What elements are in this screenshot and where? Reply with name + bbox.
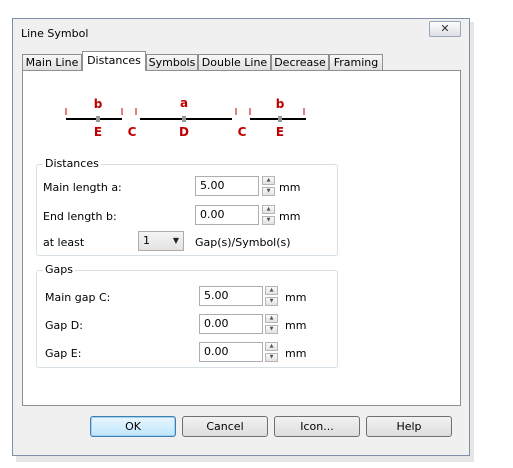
ok-button[interactable]: OK xyxy=(90,416,176,437)
gap-e-label: Gap E: xyxy=(45,347,82,360)
chevron-down-icon: ▼ xyxy=(172,236,179,245)
gap-d-input[interactable]: 0.00 xyxy=(199,314,263,334)
at-least-value: 1 xyxy=(143,234,150,247)
label-e-right: E xyxy=(276,125,284,139)
gap-e-unit: mm xyxy=(285,347,307,360)
spin-up-icon[interactable]: ▲ xyxy=(262,205,275,214)
spin-down-icon[interactable]: ▼ xyxy=(265,325,278,334)
label-c-left: C xyxy=(128,125,137,139)
at-least-label: at least xyxy=(43,236,85,249)
gaps-group: Gaps Main gap C: 5.00 ▲ ▼ mm Gap D: 0.00 … xyxy=(36,263,338,368)
symbol-marker xyxy=(96,116,100,122)
gaps-symbols-label: Gap(s)/Symbol(s) xyxy=(195,236,291,249)
cancel-button[interactable]: Cancel xyxy=(182,416,268,437)
tab-main-line[interactable]: Main Line xyxy=(22,54,82,70)
main-gap-input[interactable]: 5.00 xyxy=(199,286,263,306)
spin-up-icon[interactable]: ▲ xyxy=(262,176,275,185)
main-length-input[interactable]: 5.00 xyxy=(195,176,259,196)
symbol-marker xyxy=(182,116,186,122)
icon-button[interactable]: Icon... xyxy=(274,416,360,437)
line-symbol-dialog: Line Symbol ✕ Main Line Distances Symbol… xyxy=(12,18,470,456)
main-length-spinner[interactable]: ▲ ▼ xyxy=(262,176,275,196)
end-length-spinner[interactable]: ▲ ▼ xyxy=(262,205,275,225)
close-icon: ✕ xyxy=(440,22,450,35)
close-button[interactable]: ✕ xyxy=(429,21,461,37)
spin-up-icon[interactable]: ▲ xyxy=(265,342,278,351)
main-length-label: Main length a: xyxy=(43,181,122,194)
tab-symbols[interactable]: Symbols xyxy=(146,54,198,70)
spin-up-icon[interactable]: ▲ xyxy=(265,286,278,295)
tab-framing[interactable]: Framing xyxy=(329,54,383,70)
label-c-right: C xyxy=(238,125,247,139)
distances-group: Distances Main length a: 5.00 ▲ ▼ mm End … xyxy=(36,157,338,256)
distance-diagram: b a b E C D C E xyxy=(65,96,306,139)
symbol-marker xyxy=(278,116,282,122)
label-e-left: E xyxy=(94,125,102,139)
gap-e-input[interactable]: 0.00 xyxy=(199,342,263,362)
help-button[interactable]: Help xyxy=(366,416,452,437)
main-gap-unit: mm xyxy=(285,291,307,304)
gap-d-unit: mm xyxy=(285,319,307,332)
spin-down-icon[interactable]: ▼ xyxy=(265,297,278,306)
label-b-right: b xyxy=(276,97,285,111)
gap-d-spinner[interactable]: ▲ ▼ xyxy=(265,314,278,334)
gap-d-label: Gap D: xyxy=(45,319,83,332)
spin-down-icon[interactable]: ▼ xyxy=(262,216,275,225)
end-length-unit: mm xyxy=(279,210,301,223)
spin-down-icon[interactable]: ▼ xyxy=(262,187,275,196)
distances-panel: b a b E C D C E Distances Main length a:… xyxy=(22,70,461,406)
spin-up-icon[interactable]: ▲ xyxy=(265,314,278,323)
gaps-group-title: Gaps xyxy=(43,263,75,276)
tab-decrease[interactable]: Decrease xyxy=(271,54,329,70)
spin-down-icon[interactable]: ▼ xyxy=(265,353,278,362)
label-b-left: b xyxy=(94,97,103,111)
main-gap-label: Main gap C: xyxy=(45,291,111,304)
end-length-label: End length b: xyxy=(43,210,117,223)
distances-group-title: Distances xyxy=(43,157,101,170)
label-a: a xyxy=(180,96,188,110)
tab-double-line[interactable]: Double Line xyxy=(198,54,271,70)
gap-e-spinner[interactable]: ▲ ▼ xyxy=(265,342,278,362)
tab-distances[interactable]: Distances xyxy=(82,51,146,71)
window-title: Line Symbol xyxy=(21,27,89,40)
label-d: D xyxy=(179,125,189,139)
main-gap-spinner[interactable]: ▲ ▼ xyxy=(265,286,278,306)
at-least-select[interactable]: 1 ▼ xyxy=(138,231,184,251)
end-length-input[interactable]: 0.00 xyxy=(195,205,259,225)
main-length-unit: mm xyxy=(279,181,301,194)
